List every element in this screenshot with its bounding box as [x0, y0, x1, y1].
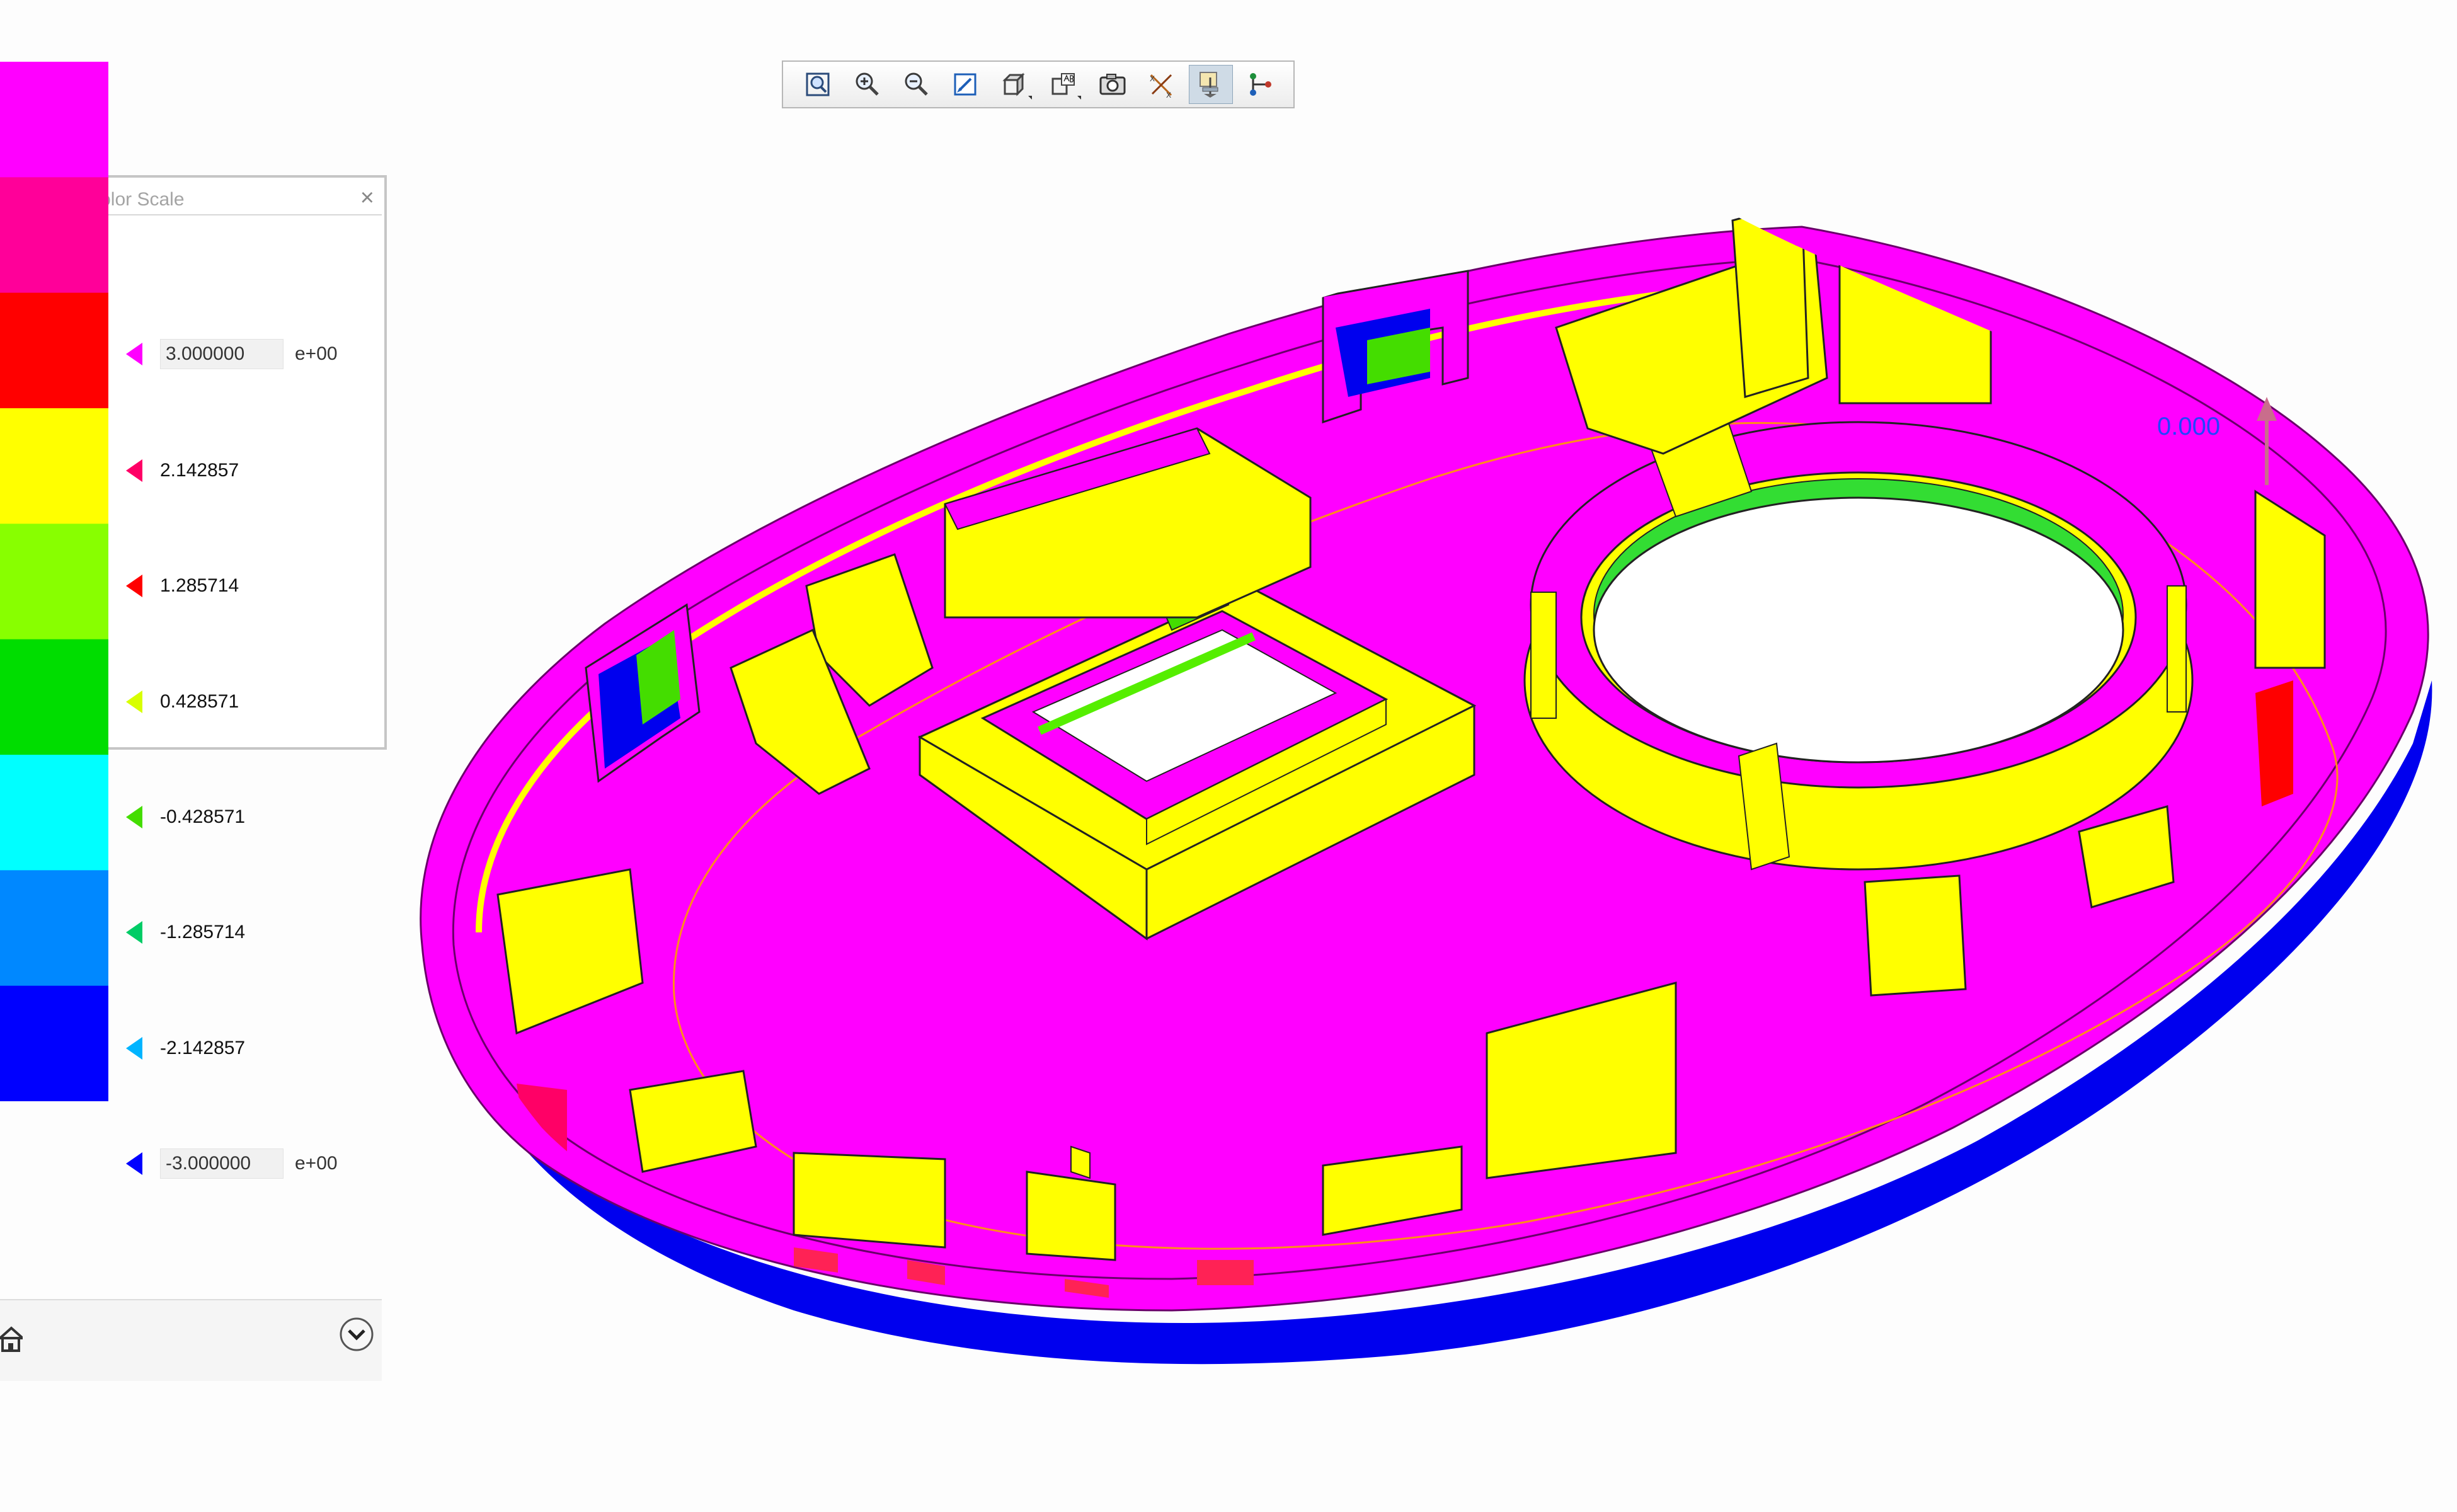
svg-text:X: X — [1166, 91, 1171, 100]
flyout-arrow-icon — [1028, 96, 1032, 100]
display-datums-button[interactable]: XX — [1140, 65, 1184, 104]
view-orientation-button[interactable] — [992, 65, 1036, 104]
scale-level-row: -1.285714 — [126, 917, 245, 948]
color-scale-bar — [0, 62, 108, 1101]
close-icon[interactable]: × — [360, 184, 374, 212]
level-marker-icon[interactable] — [126, 921, 142, 944]
panel-footer — [0, 1299, 382, 1381]
level-value: -1.285714 — [160, 922, 246, 942]
repaint-button[interactable] — [943, 65, 987, 104]
level-value: -2.142857 — [160, 1038, 246, 1058]
scale-level-row: -0.428571 — [126, 801, 245, 833]
scale-level-row: 2.142857 — [126, 455, 239, 486]
saved-views-icon — [1051, 73, 1075, 95]
scale-band — [0, 62, 108, 178]
level-marker-icon[interactable] — [126, 806, 142, 828]
saved-views-button[interactable] — [1041, 65, 1085, 104]
scale-band — [0, 755, 108, 871]
svg-text:X: X — [1150, 74, 1155, 83]
level-value: -0.428571 — [160, 806, 246, 827]
scale-level-row: 1.285714 — [126, 570, 239, 602]
level-marker-icon[interactable] — [126, 1152, 142, 1175]
zoom-in-button[interactable] — [845, 65, 889, 104]
zoom-fit-icon — [806, 72, 830, 96]
repaint-icon — [954, 73, 976, 96]
scale-band — [0, 177, 108, 294]
datum-display-icon — [1200, 72, 1218, 98]
level-marker-icon[interactable] — [126, 459, 142, 482]
scale-band — [0, 985, 108, 1101]
scale-band — [0, 870, 108, 987]
zoom-in-icon — [856, 72, 879, 96]
scale-level-row: -2.142857 — [126, 1033, 245, 1064]
node-tree-icon — [1250, 73, 1271, 96]
level-marker-icon[interactable] — [126, 690, 142, 713]
zoom-out-icon — [905, 72, 928, 96]
display-datums-icon: XX — [1150, 74, 1172, 100]
level-value: 1.285714 — [160, 575, 239, 596]
level-marker-icon[interactable] — [126, 343, 142, 365]
home-icon[interactable] — [0, 1326, 23, 1353]
datum-display-button[interactable] — [1189, 65, 1233, 104]
level-value: 0.428571 — [160, 691, 239, 712]
level-marker-icon[interactable] — [126, 1037, 142, 1060]
scale-band — [0, 408, 108, 524]
view-orientation-icon — [1002, 72, 1025, 96]
scale-level-row: 3.000000 e+00 — [126, 338, 338, 370]
flyout-arrow-icon — [1077, 96, 1081, 100]
level-exponent: e+00 — [295, 1153, 338, 1174]
draft-angle-label: 0.000 — [2157, 413, 2220, 440]
scale-band — [0, 639, 108, 755]
level-marker-icon[interactable] — [126, 575, 142, 597]
scale-band — [0, 524, 108, 640]
level-exponent: e+00 — [295, 343, 338, 364]
camera-button[interactable] — [1091, 65, 1135, 104]
zoom-out-button[interactable] — [894, 65, 938, 104]
scale-level-row: 0.428571 — [126, 686, 239, 718]
level-value-input[interactable]: -3.000000 — [160, 1148, 284, 1179]
node-tree-button[interactable] — [1238, 65, 1282, 104]
scale-band — [0, 292, 108, 409]
camera-icon — [1099, 74, 1126, 95]
view-toolbar: XX — [782, 60, 1295, 108]
scale-level-row: -3.000000 e+00 — [126, 1148, 338, 1179]
level-value: 2.142857 — [160, 460, 239, 481]
level-value-input[interactable]: 3.000000 — [160, 339, 284, 369]
expand-chevron-icon[interactable] — [339, 1317, 374, 1352]
zoom-fit-button[interactable] — [796, 65, 840, 104]
